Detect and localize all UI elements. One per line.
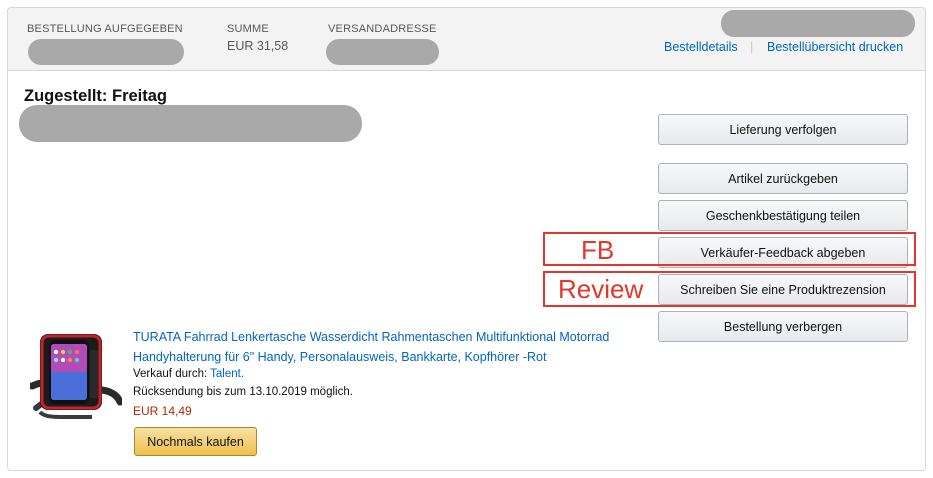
product-title-link[interactable]: TURATA Fahrrad Lenkertasche Wasserdicht … — [133, 327, 643, 367]
review-annotation-label: Review — [558, 274, 644, 304]
share-gift-receipt-button[interactable]: Geschenkbestätigung teilen — [658, 200, 908, 231]
phone-bike-mount-icon[interactable] — [28, 328, 124, 420]
return-window-text: Rücksendung bis zum 13.10.2019 möglich. — [133, 386, 353, 398]
archive-order-button[interactable]: Bestellung verbergen — [658, 311, 908, 342]
order-placed-label: BESTELLUNG AUFGEGEBEN — [27, 23, 183, 35]
redacted-order-number — [721, 10, 915, 37]
sold-by-line: Verkauf durch: Talent. — [133, 368, 244, 380]
total-value: EUR 31,58 — [227, 39, 289, 53]
item-price: EUR 14,49 — [133, 404, 192, 418]
return-item-button[interactable]: Artikel zurückgeben — [658, 163, 908, 194]
header-separator: | — [750, 40, 754, 54]
fb-annotation-label: FB — [581, 235, 615, 265]
redacted-order-date — [28, 39, 184, 65]
order-card: BESTELLUNG AUFGEGEBEN SUMME EUR 31,58 VE… — [7, 7, 926, 471]
redacted-ship-to — [326, 39, 439, 65]
delivery-status: Zugestellt: Freitag — [24, 87, 168, 105]
redacted-delivery-info — [19, 105, 362, 142]
seller-link[interactable]: Talent. — [210, 368, 244, 380]
total-label: SUMME — [227, 23, 269, 35]
order-header: BESTELLUNG AUFGEGEBEN SUMME EUR 31,58 VE… — [8, 8, 925, 71]
order-details-link[interactable]: Bestelldetails — [664, 40, 738, 54]
sold-by-label: Verkauf durch: — [133, 368, 208, 380]
track-package-button[interactable]: Lieferung verfolgen — [658, 114, 908, 145]
print-invoice-link[interactable]: Bestellübersicht drucken — [767, 40, 903, 54]
ship-to-label: VERSANDADRESSE — [328, 23, 437, 35]
buy-again-button[interactable]: Nochmals kaufen — [134, 427, 257, 456]
